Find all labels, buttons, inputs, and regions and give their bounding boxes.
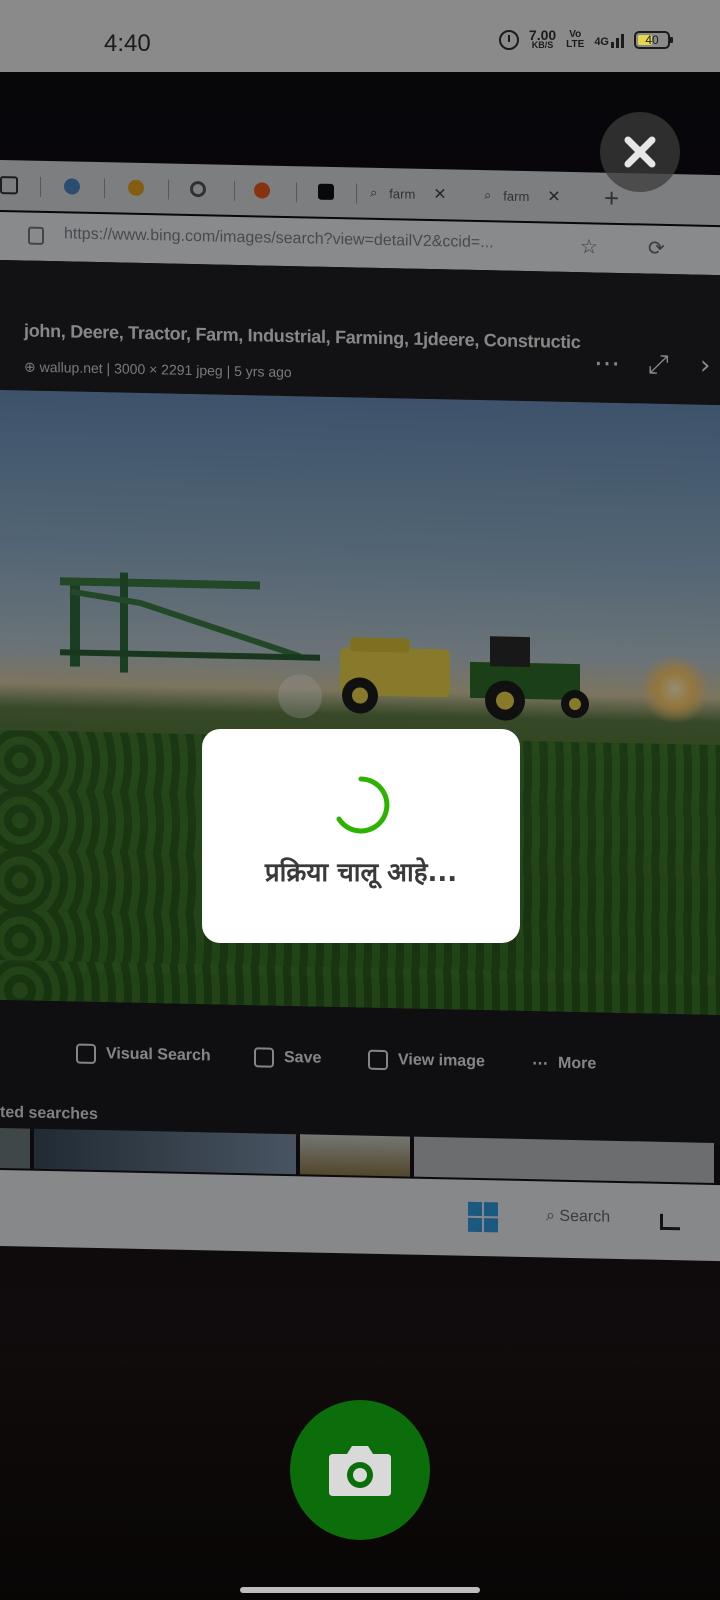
network-speed: 7.00 KB/S bbox=[528, 27, 557, 50]
alarm-icon bbox=[498, 30, 519, 50]
close-button[interactable] bbox=[600, 112, 680, 192]
battery-level: 40 bbox=[645, 33, 659, 47]
camera-icon bbox=[329, 1446, 391, 1496]
battery-icon: 40 bbox=[634, 31, 673, 49]
loading-spinner-icon bbox=[336, 776, 390, 834]
signal-bars-icon bbox=[611, 32, 624, 48]
status-icons: 7.00 KB/S Vo LTE 4G 40 bbox=[498, 27, 673, 50]
home-indicator[interactable] bbox=[240, 1587, 480, 1593]
network-type: 4G bbox=[594, 36, 609, 48]
processing-dialog: प्रक्रिया चालू आहे... bbox=[202, 729, 520, 943]
cellular-signal: 4G bbox=[594, 32, 624, 48]
network-speed-value: 7.00 bbox=[528, 27, 557, 43]
status-bar: 4:40 7.00 KB/S Vo LTE 4G 40 bbox=[0, 0, 720, 72]
status-time: 4:40 bbox=[104, 30, 151, 57]
processing-message: प्रक्रिया चालू आहे... bbox=[264, 858, 458, 888]
close-icon bbox=[624, 136, 656, 168]
network-speed-unit: KB/S bbox=[531, 40, 554, 50]
volte-indicator: Vo LTE bbox=[566, 30, 584, 50]
capture-button[interactable] bbox=[290, 1400, 430, 1540]
volte-line2: LTE bbox=[566, 39, 585, 50]
